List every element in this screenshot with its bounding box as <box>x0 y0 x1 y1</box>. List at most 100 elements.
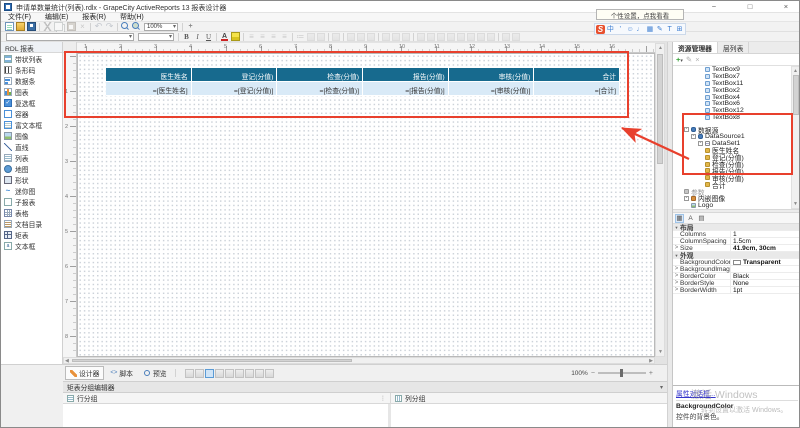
zoom-slider-track[interactable] <box>598 372 646 374</box>
bullet-list-icon[interactable]: ≔ <box>296 32 305 41</box>
handwriting-icon[interactable]: ✎ <box>655 25 664 34</box>
tree-item-TextBox11[interactable]: TextBox11 <box>673 80 791 87</box>
tree-item-TextBox2[interactable]: TextBox2 <box>673 87 791 94</box>
table-header-cell-检查(分值)[interactable]: 检查(分值) <box>277 68 363 82</box>
font-name-combo[interactable] <box>6 33 134 41</box>
table-value-cell-=[检查(分值)][interactable]: =[检查(分值)] <box>277 82 363 96</box>
font-color-icon[interactable]: A <box>220 32 229 41</box>
toolbox-item-地图[interactable]: 地图 <box>1 163 62 174</box>
italic-icon[interactable]: I <box>193 32 202 41</box>
tree-item-TextBox9[interactable]: TextBox9 <box>673 66 791 73</box>
zoom-out-button[interactable]: − <box>591 370 595 377</box>
toolbox-item-图像[interactable]: 图像 <box>1 130 62 141</box>
same-width-icon[interactable] <box>417 33 425 41</box>
font-size-combo[interactable] <box>138 33 174 41</box>
toolbox-item-形状[interactable]: 形状 <box>1 174 62 185</box>
collapse-icon[interactable]: - <box>684 127 689 132</box>
snap-to-grid-icon[interactable] <box>487 33 495 41</box>
property-value[interactable]: 1.5cm <box>731 238 800 245</box>
design-vertical-scrollbar[interactable]: ▲ ▼ <box>655 43 665 357</box>
tab-resource-explorer[interactable]: 资源管理器 <box>673 42 718 53</box>
center-horizontally-icon[interactable] <box>467 33 475 41</box>
skin-icon[interactable]: T <box>665 25 674 34</box>
paste-icon[interactable] <box>67 22 76 31</box>
property-expander[interactable]: > <box>673 245 680 251</box>
pan-mode-icon[interactable]: + <box>186 22 195 31</box>
add-icon[interactable]: + <box>676 55 683 64</box>
zoom-slider-thumb[interactable] <box>620 369 623 377</box>
underline-icon[interactable]: U <box>204 32 213 41</box>
save-report-icon[interactable] <box>27 22 36 31</box>
collapse-icon[interactable]: - <box>691 134 696 139</box>
input-mode-icon[interactable]: 中 <box>606 25 615 34</box>
toggle-selection-button[interactable] <box>235 369 244 378</box>
tree-item-Logo[interactable]: Logo <box>673 202 791 209</box>
table-header-cell-合计[interactable]: 合计 <box>534 68 620 82</box>
toggle-snap-lines-button[interactable] <box>215 369 224 378</box>
property-value[interactable]: Transparent <box>731 259 800 266</box>
column-groups-list[interactable] <box>391 404 667 428</box>
same-height-icon[interactable] <box>427 33 435 41</box>
table-header-cell-报告(分值)[interactable]: 报告(分值) <box>363 68 449 82</box>
property-expander[interactable]: > <box>673 273 680 279</box>
delete-icon[interactable]: × <box>78 22 87 31</box>
table-header-cell-审核(分值)[interactable]: 审核(分值) <box>449 68 535 82</box>
table-value-cell-=[医生姓名][interactable]: =[医生姓名] <box>106 82 192 96</box>
toolbox-item-矩表[interactable]: 矩表 <box>1 229 62 240</box>
align-objects-left-icon[interactable] <box>347 33 355 41</box>
tree-item-TextBox6[interactable]: TextBox6 <box>673 100 791 107</box>
soft-keyboard-icon[interactable]: ▦ <box>645 25 654 34</box>
report-page[interactable]: 医生姓名登记(分值)检查(分值)报告(分值)审核(分值)合计 =[医生姓名]=[… <box>77 53 655 357</box>
toolbox-item-列表[interactable]: 列表 <box>1 152 62 163</box>
tab-预览[interactable]: 预览 <box>139 366 172 380</box>
toggle-page-header-button[interactable] <box>195 369 204 378</box>
scrollbar-thumb[interactable] <box>72 359 352 362</box>
toolbox-item-子报表[interactable]: 子报表 <box>1 196 62 207</box>
toolbox-item-图表[interactable]: 图表 <box>1 86 62 97</box>
align-justify-icon[interactable]: ≡ <box>280 32 289 41</box>
toolbox-item-条形码[interactable]: 条形码 <box>1 64 62 75</box>
same-size-icon[interactable] <box>437 33 445 41</box>
menu-item-帮助(H)[interactable]: 帮助(H) <box>113 13 151 22</box>
align-objects-center-icon[interactable] <box>357 33 365 41</box>
toolbox-item-迷你图[interactable]: ~迷你图 <box>1 185 62 196</box>
toolbox-item-容器[interactable]: 容器 <box>1 108 62 119</box>
bring-to-front-icon[interactable] <box>502 33 510 41</box>
toolbox-item-文档目录[interactable]: 文档目录 <box>1 218 62 229</box>
bold-icon[interactable]: B <box>182 32 191 41</box>
toolbox-item-表格[interactable]: 表格 <box>1 207 62 218</box>
cut-icon[interactable] <box>43 22 52 31</box>
sogou-toolbox-icon[interactable]: ⊞ <box>675 25 684 34</box>
row-groups-menu-icon[interactable]: ⋮ <box>380 395 386 402</box>
scroll-up-icon[interactable]: ▲ <box>793 68 798 74</box>
tab-设计器[interactable]: 设计器 <box>65 366 104 380</box>
toolbox-item-数据条[interactable]: 数据条 <box>1 75 62 86</box>
property-value[interactable]: 1pt <box>731 287 800 294</box>
property-value[interactable]: None <box>731 280 800 287</box>
align-objects-bottom-icon[interactable] <box>402 33 410 41</box>
property-pages-icon[interactable]: ▤ <box>697 214 706 223</box>
emoji-icon[interactable]: ☺ <box>626 25 635 34</box>
menu-item-文件(F)[interactable]: 文件(F) <box>1 13 38 22</box>
send-to-back-icon[interactable] <box>512 33 520 41</box>
center-vertically-icon[interactable] <box>477 33 485 41</box>
scrollbar-thumb[interactable] <box>657 54 663 164</box>
row-groups-list[interactable] <box>63 404 391 428</box>
tree-item-TextBox12[interactable]: TextBox12 <box>673 107 791 114</box>
align-right-icon[interactable]: ≡ <box>269 32 278 41</box>
sogou-logo-icon[interactable]: S <box>596 25 605 34</box>
table-header-cell-医生姓名[interactable]: 医生姓名 <box>106 68 192 82</box>
property-value[interactable]: 1 <box>731 231 800 238</box>
decrease-indent-icon[interactable] <box>307 33 315 41</box>
toggle-snap-grid-button[interactable] <box>225 369 234 378</box>
toggle-preview-area-button[interactable] <box>255 369 264 378</box>
collapse-chevron-icon[interactable]: ▾ <box>660 384 663 391</box>
increase-indent-icon[interactable] <box>317 33 325 41</box>
tree-item-审核(分值)[interactable]: 审核(分值) <box>673 174 791 181</box>
toolbox-item-文本框[interactable]: a文本框 <box>1 240 62 251</box>
property-row-BorderWidth[interactable]: >BorderWidth1pt <box>673 287 800 294</box>
align-objects-middle-icon[interactable] <box>392 33 400 41</box>
collapse-icon[interactable]: - <box>698 141 703 146</box>
window-maximize-button[interactable]: □ <box>743 1 757 13</box>
toolbox-item-直线[interactable]: 直线 <box>1 141 62 152</box>
